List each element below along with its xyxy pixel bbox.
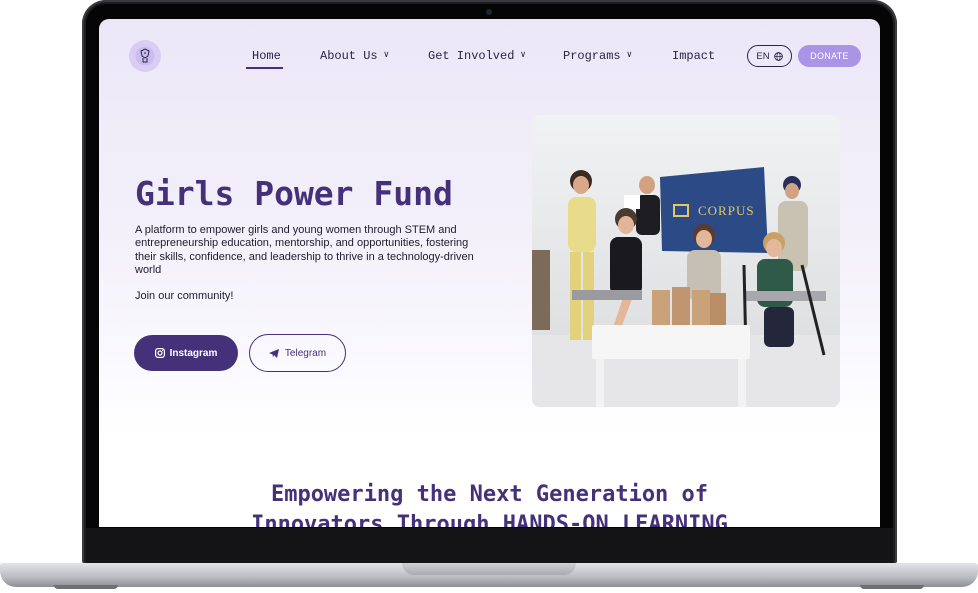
header-nav: Home About Us ∨ Get Involved ∨ Programs …	[99, 19, 880, 89]
hero-photo: CORPUS	[532, 115, 840, 407]
laptop-notch	[402, 563, 576, 575]
section-heading-line-2: Innovators Through HANDS-ON LEARNING	[251, 512, 728, 527]
globe-icon	[773, 51, 783, 61]
laptop-chin	[86, 528, 893, 564]
logo-icon	[135, 46, 155, 66]
nav-get-involved-label: Get Involved	[428, 49, 515, 63]
instagram-button[interactable]: Instagram	[134, 335, 238, 371]
nav-about-us-label: About Us	[320, 49, 378, 63]
laptop-mockup: Home About Us ∨ Get Involved ∨ Programs …	[0, 0, 978, 593]
hero-join-text: Join our community!	[135, 290, 234, 302]
nav-programs-label: Programs	[563, 49, 621, 63]
language-label: EN	[756, 50, 770, 62]
camera-icon	[486, 9, 492, 15]
telegram-button[interactable]: Telegram	[249, 334, 346, 372]
nav-impact-label: Impact	[672, 49, 716, 63]
laptop-foot	[860, 585, 924, 589]
website-screen: Home About Us ∨ Get Involved ∨ Programs …	[99, 19, 880, 527]
nav-get-involved[interactable]: Get Involved ∨	[428, 49, 526, 63]
group-photo-image: CORPUS	[532, 115, 840, 407]
telegram-button-label: Telegram	[284, 347, 327, 359]
language-selector[interactable]: EN	[747, 45, 792, 67]
instagram-button-label: Instagram	[169, 347, 218, 359]
telegram-icon	[268, 348, 279, 358]
hero-title: Girls Power Fund	[135, 174, 453, 213]
donate-button[interactable]: DONATE	[798, 45, 861, 67]
chevron-down-icon: ∨	[626, 50, 633, 60]
instagram-icon	[154, 348, 165, 358]
chevron-down-icon: ∨	[383, 50, 390, 60]
section-heading-line-1: Empowering the Next Generation of	[270, 482, 709, 507]
laptop-foot	[54, 585, 118, 589]
nav-about-us[interactable]: About Us ∨	[320, 49, 389, 63]
section-heading: Empowering the Next Generation of Innova…	[99, 480, 880, 527]
nav-active-indicator	[246, 67, 283, 69]
logo[interactable]	[129, 40, 161, 72]
hero-description: A platform to empower girls and young wo…	[135, 224, 474, 277]
chevron-down-icon: ∨	[520, 50, 526, 60]
nav-home[interactable]: Home	[252, 49, 281, 63]
banner-text: CORPUS	[698, 203, 755, 218]
nav-impact[interactable]: Impact	[672, 49, 715, 63]
nav-home-label: Home	[252, 49, 281, 63]
nav-programs[interactable]: Programs ∨	[563, 49, 632, 63]
